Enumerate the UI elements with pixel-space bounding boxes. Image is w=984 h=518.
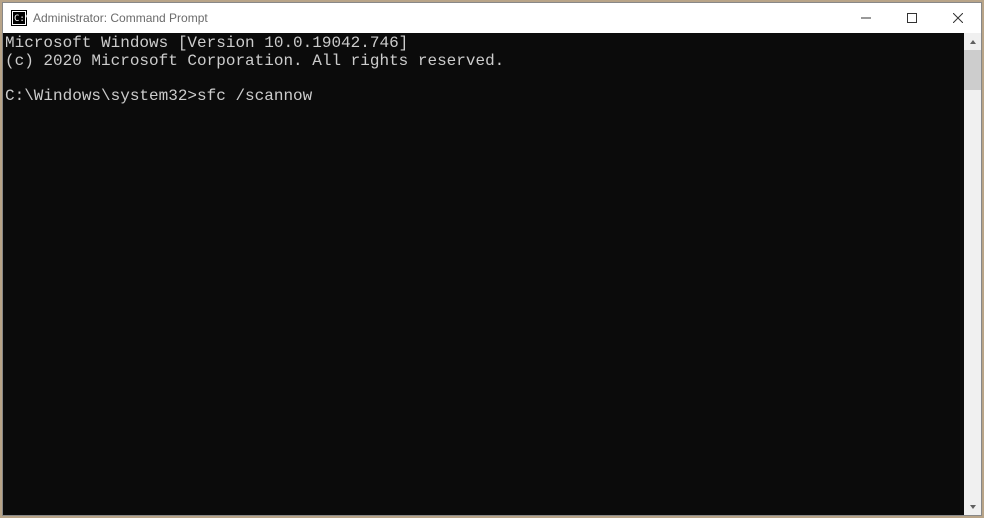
cmd-icon: C:\ [11, 10, 27, 26]
close-button[interactable] [935, 3, 981, 33]
terminal-output[interactable]: Microsoft Windows [Version 10.0.19042.74… [3, 33, 964, 515]
chevron-up-icon [969, 38, 977, 46]
titlebar[interactable]: C:\ Administrator: Command Prompt [3, 3, 981, 33]
copyright-line: (c) 2020 Microsoft Corporation. All righ… [5, 52, 504, 70]
maximize-button[interactable] [889, 3, 935, 33]
window-title: Administrator: Command Prompt [33, 11, 843, 25]
chevron-down-icon [969, 503, 977, 511]
terminal-area: Microsoft Windows [Version 10.0.19042.74… [3, 33, 981, 515]
scroll-thumb[interactable] [964, 50, 981, 90]
close-icon [953, 13, 963, 23]
window-controls [843, 3, 981, 33]
version-line: Microsoft Windows [Version 10.0.19042.74… [5, 34, 408, 52]
minimize-icon [861, 13, 871, 23]
maximize-icon [907, 13, 917, 23]
command-text: sfc /scannow [197, 87, 312, 105]
svg-text:C:\: C:\ [14, 14, 27, 24]
vertical-scrollbar[interactable] [964, 33, 981, 515]
prompt-path: C:\Windows\system32> [5, 87, 197, 105]
scroll-up-button[interactable] [964, 33, 981, 50]
scroll-down-button[interactable] [964, 498, 981, 515]
minimize-button[interactable] [843, 3, 889, 33]
command-prompt-window: C:\ Administrator: Command Prompt Micros… [2, 2, 982, 516]
